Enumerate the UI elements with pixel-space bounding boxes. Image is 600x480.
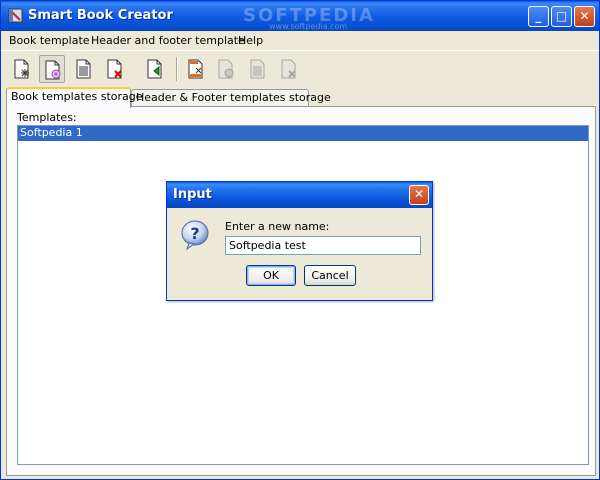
watermark-url: www.softpedia.com [269,22,348,31]
input-dialog: Input ✕ ? Enter a new name: OK Cancel [166,181,433,301]
book-app-icon [8,8,23,23]
new-name-input[interactable] [225,236,421,255]
cancel-button[interactable]: Cancel [304,265,356,286]
toolbar-separator [176,57,178,81]
tool-header-footer-edit[interactable] [213,55,239,83]
new-template-icon [14,59,29,79]
export-icon [147,59,162,79]
tool-delete-template[interactable] [102,55,128,83]
svg-text:?: ? [190,224,199,243]
question-icon: ? [181,220,209,251]
templates-label: Templates: [17,111,77,124]
tab-header-footer-templates-storage[interactable]: Header & Footer templates storage [131,89,331,107]
menu-help[interactable]: Help [238,34,263,47]
tool-header-footer-delete[interactable] [276,55,302,83]
header-footer-delete-icon [281,59,296,79]
window-title: Smart Book Creator [28,8,173,23]
header-footer-new-icon [188,59,203,79]
header-footer-edit-icon [218,59,234,79]
tool-header-footer-list[interactable] [245,55,271,83]
tab-book-templates-storage[interactable]: Book templates storage [6,87,143,108]
menu-header-footer-template[interactable]: Header and footer template [91,34,245,47]
tool-header-footer-new[interactable] [183,55,209,83]
delete-template-icon [107,59,122,79]
menu-book-template[interactable]: Book template [9,34,90,47]
minimize-button[interactable]: _ [528,6,549,27]
menu-bar: Book template Header and footer template… [1,31,599,50]
tool-template-list[interactable] [71,55,97,83]
dialog-title-bar[interactable]: Input ✕ [167,182,432,208]
tool-new-template[interactable] [9,55,35,83]
edit-template-icon [45,60,61,80]
close-button[interactable]: ✕ [574,6,595,27]
toolbar [1,50,599,86]
template-list-icon [76,59,91,79]
tool-edit-template[interactable] [39,55,65,83]
ok-button[interactable]: OK [246,265,296,286]
header-footer-list-icon [250,59,265,79]
dialog-title: Input [173,187,212,202]
dialog-close-button[interactable]: ✕ [409,185,429,205]
dialog-prompt: Enter a new name: [225,220,330,233]
list-item[interactable]: Softpedia 1 [18,126,588,141]
maximize-button[interactable]: □ [551,6,572,27]
title-bar[interactable]: Smart Book Creator SOFTPEDIA www.softped… [1,1,599,31]
tool-export[interactable] [142,55,168,83]
